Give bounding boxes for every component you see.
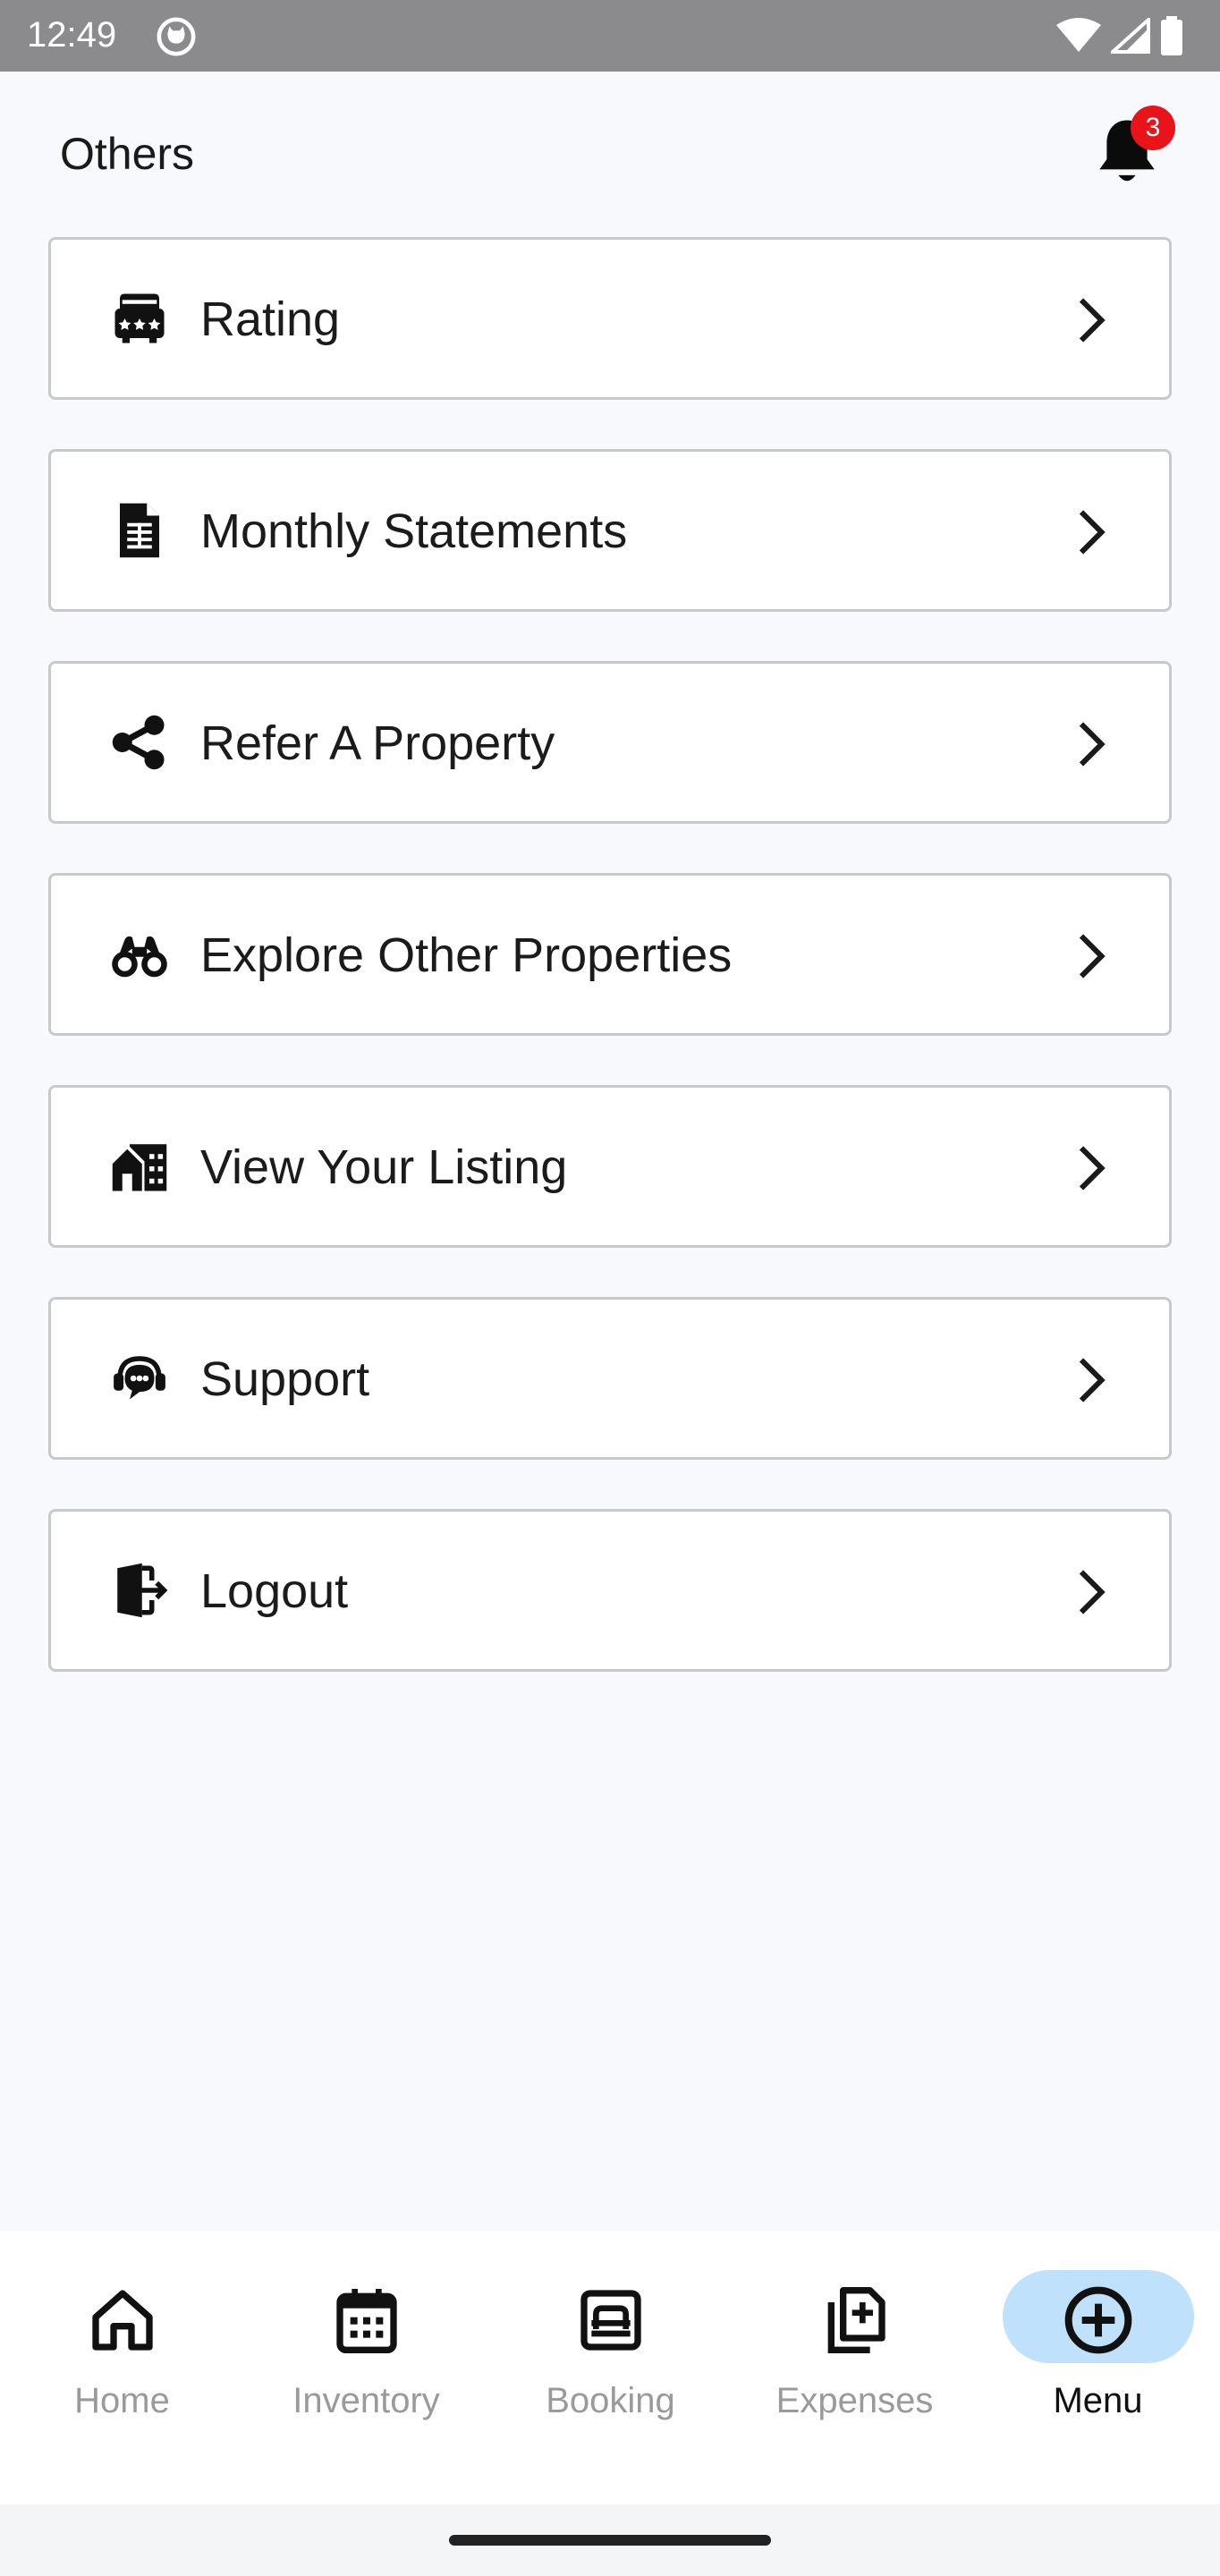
nav-item-booking[interactable]: Booking <box>488 2231 733 2504</box>
menu-item-label: View Your Listing <box>200 1140 568 1194</box>
support-chat-icon <box>114 1356 165 1400</box>
menu-item-logout[interactable]: Logout <box>48 1509 1172 1672</box>
menu-item-explore-other-properties[interactable]: Explore Other Properties <box>48 873 1172 1036</box>
nav-label: Inventory <box>292 2381 440 2420</box>
chevron-right-icon <box>1079 510 1106 555</box>
menu-item-label: Monthly Statements <box>200 504 628 558</box>
booking-icon <box>580 2290 641 2351</box>
menu-item-label: Logout <box>200 1564 349 1618</box>
rating-icon <box>114 293 165 343</box>
binoculars-icon <box>112 936 167 978</box>
menu-item-refer-a-property[interactable]: Refer A Property <box>48 661 1172 824</box>
chevron-right-icon <box>1079 934 1106 979</box>
menu-item-label: Rating <box>200 292 341 346</box>
status-indicators <box>1055 14 1184 57</box>
menu-item-label: Support <box>200 1352 370 1406</box>
notification-badge: 3 <box>1131 106 1175 150</box>
chevron-right-icon <box>1079 1570 1106 1614</box>
nav-label: Expenses <box>775 2381 934 2420</box>
status-time: 12:49 <box>27 15 117 55</box>
wifi-icon <box>1056 18 1101 52</box>
chevron-right-icon <box>1079 1358 1106 1402</box>
status-bar: 12:49 <box>0 0 1220 72</box>
logout-icon <box>117 1563 168 1618</box>
menu-item-rating[interactable]: Rating <box>48 237 1172 400</box>
page-title: Others <box>60 129 195 179</box>
expenses-icon <box>827 2287 885 2353</box>
chevron-right-icon <box>1079 722 1106 767</box>
home-icon <box>91 2290 153 2351</box>
nav-item-inventory[interactable]: Inventory <box>244 2231 488 2504</box>
nav-label: Menu <box>1053 2381 1143 2420</box>
menu-list: Rating Monthly Statements Refer A Proper <box>48 237 1172 1721</box>
nav-item-expenses[interactable]: Expenses <box>733 2231 977 2504</box>
home-indicator[interactable] <box>449 2535 771 2546</box>
menu-item-support[interactable]: Support <box>48 1297 1172 1460</box>
cellular-signal-icon <box>1111 18 1150 54</box>
add-circle-icon <box>1064 2286 1131 2354</box>
house-listing-icon <box>112 1144 167 1191</box>
nav-item-home[interactable]: Home <box>0 2231 244 2504</box>
nav-label: Home <box>74 2381 170 2420</box>
nav-item-menu[interactable]: Menu <box>976 2231 1220 2504</box>
chevron-right-icon <box>1079 298 1106 343</box>
menu-item-view-your-listing[interactable]: View Your Listing <box>48 1085 1172 1248</box>
app-notification-icon <box>157 17 196 56</box>
chevron-right-icon <box>1079 1146 1106 1191</box>
menu-item-monthly-statements[interactable]: Monthly Statements <box>48 449 1172 612</box>
battery-icon <box>1161 16 1182 55</box>
menu-item-label: Refer A Property <box>200 716 555 770</box>
document-icon <box>120 503 159 558</box>
share-icon <box>112 715 165 770</box>
menu-item-label: Explore Other Properties <box>200 928 733 982</box>
calendar-icon <box>335 2289 397 2353</box>
nav-label: Booking <box>546 2381 675 2420</box>
